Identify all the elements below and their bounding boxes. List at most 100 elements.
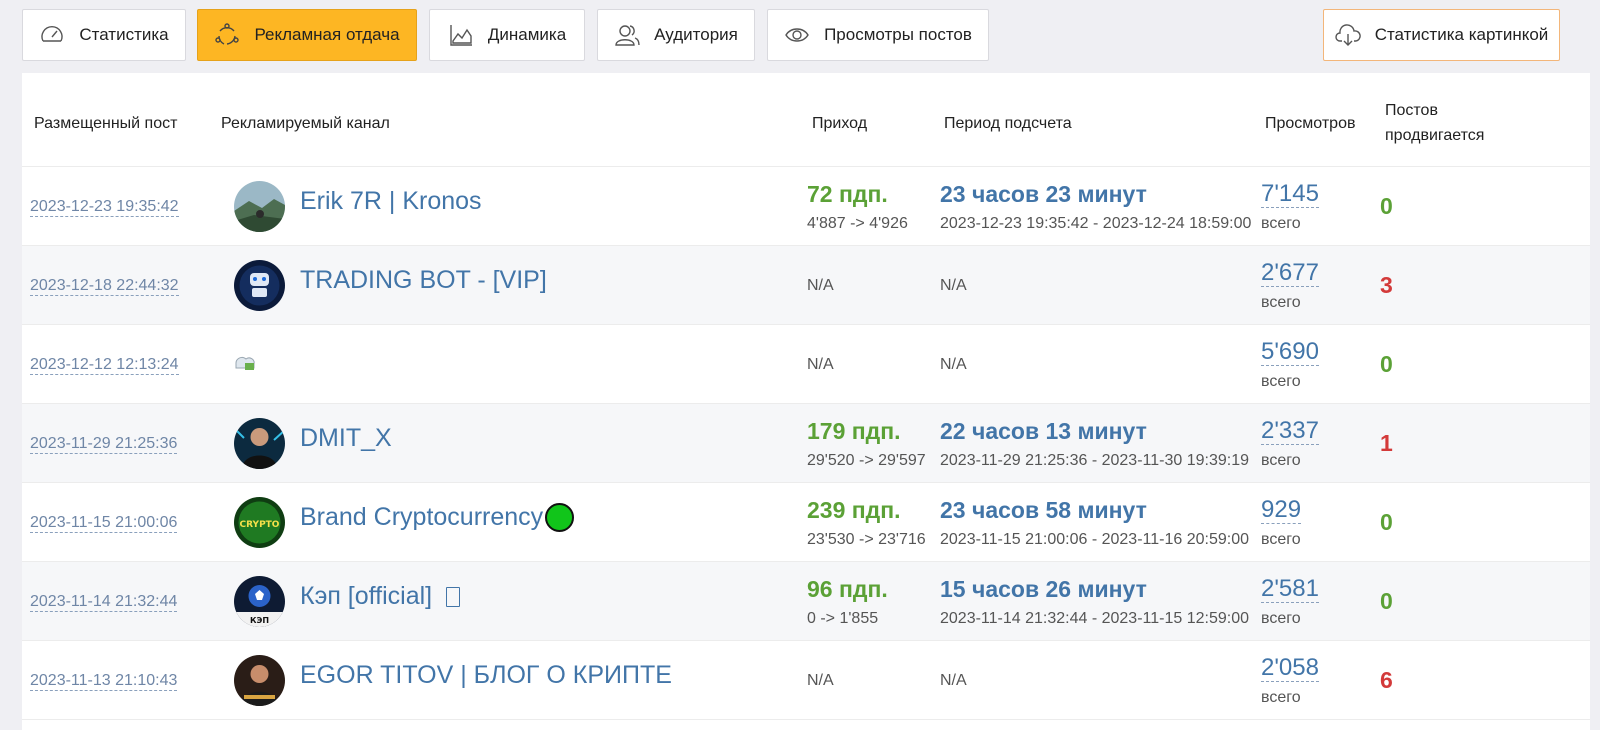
period-duration: 22 часов 13 минут xyxy=(940,418,1147,444)
income-value: N/A xyxy=(807,277,834,294)
period-duration: N/A xyxy=(940,356,967,373)
report-tabs: Статистика Рекламная отдача Динамика Ауд… xyxy=(0,0,1600,68)
channel-name: Brand Cryptocurrency xyxy=(300,503,544,531)
tab-dynamics-label: Динамика xyxy=(487,25,567,44)
income-value: 179 пдп. xyxy=(807,418,901,444)
crypto-avatar-label: CRYPTO xyxy=(240,520,280,530)
channel-avatar[interactable] xyxy=(234,418,285,469)
views-total-label: всего xyxy=(1261,215,1301,232)
promoted-count: 0 xyxy=(1380,509,1393,535)
tab-statistics-label: Статистика xyxy=(79,25,169,44)
period-range: 2023-11-29 21:25:36 - 2023-11-30 19:39:1… xyxy=(940,452,1249,469)
income-value: 239 пдп. xyxy=(807,497,901,523)
period-duration: 23 часов 23 минут xyxy=(940,181,1147,207)
period-range: 2023-11-14 21:32:44 - 2023-11-15 12:59:0… xyxy=(940,610,1249,627)
channel-link[interactable]: Erik 7R | Kronos xyxy=(300,187,482,216)
views-count[interactable]: 7'145 xyxy=(1261,180,1319,208)
header-views: Просмотров xyxy=(1265,115,1356,132)
header-period: Период подсчета xyxy=(944,115,1072,132)
views-total-label: всего xyxy=(1261,373,1301,390)
post-date-link[interactable]: 2023-12-23 19:35:42 xyxy=(30,197,179,217)
table-row: 2023-11-14 21:32:44 КЭП Кэп [official] 9… xyxy=(22,562,1590,641)
income-range: 0 -> 1'855 xyxy=(807,610,879,627)
tab-audience-label: Аудитория xyxy=(654,25,738,44)
tab-audience[interactable]: Аудитория xyxy=(597,9,755,61)
channel-name: Кэп [official] xyxy=(300,582,433,610)
post-date-link[interactable]: 2023-11-15 21:00:06 xyxy=(30,513,178,533)
views-total-label: всего xyxy=(1261,531,1301,548)
views-count[interactable]: 2'677 xyxy=(1261,259,1319,287)
views-count[interactable]: 2'058 xyxy=(1261,654,1319,682)
kap-avatar-label: КЭП xyxy=(250,616,269,625)
post-date-link[interactable]: 2023-11-13 21:10:43 xyxy=(30,671,178,691)
channel-avatar[interactable]: CRYPTO xyxy=(234,497,285,548)
unsupported-emoji-icon xyxy=(446,586,461,607)
header-income: Приход xyxy=(812,115,868,132)
post-date-link[interactable]: 2023-12-12 12:13:24 xyxy=(30,355,179,375)
income-value: 72 пдп. xyxy=(807,181,888,207)
views-total-label: всего xyxy=(1261,689,1301,706)
views-count[interactable]: 2'337 xyxy=(1261,417,1319,445)
promoted-count: 0 xyxy=(1380,351,1393,377)
income-range: 4'887 -> 4'926 xyxy=(807,215,908,232)
export-image-label: Статистика картинкой xyxy=(1374,25,1549,44)
views-count[interactable]: 929 xyxy=(1261,496,1302,524)
speedometer-icon xyxy=(39,22,65,48)
period-duration: N/A xyxy=(940,277,967,294)
period-range: 2023-12-23 19:35:42 - 2023-12-24 18:59:0… xyxy=(940,215,1252,232)
green-circle-emoji-icon xyxy=(545,503,575,532)
period-duration: 15 часов 26 минут xyxy=(940,576,1147,602)
views-count[interactable]: 2'581 xyxy=(1261,575,1319,603)
tab-ad-return-label: Рекламная отдача xyxy=(254,25,400,44)
table-row: 2023-12-12 12:13:24 N/A N/A 5'690 всего … xyxy=(22,325,1590,404)
post-date-link[interactable]: 2023-12-18 22:44:32 xyxy=(30,276,179,296)
period-range: 2023-11-15 21:00:06 - 2023-11-16 20:59:0… xyxy=(940,531,1249,548)
promoted-count: 6 xyxy=(1380,667,1393,693)
income-value: N/A xyxy=(807,672,834,689)
channel-link[interactable]: TRADING BOT - [VIP] xyxy=(300,266,547,295)
tab-ad-return[interactable]: Рекламная отдача xyxy=(197,9,417,61)
table-row: 2023-11-29 21:25:36 DMIT_X 179 пдп. 29'5… xyxy=(22,404,1590,483)
area-chart-icon xyxy=(448,22,474,48)
promoted-count: 0 xyxy=(1380,193,1393,219)
cloud-download-icon xyxy=(1335,22,1361,48)
header-channel: Рекламируемый канал xyxy=(221,115,390,132)
table-row: 2023-11-15 21:00:06 CRYPTO Brand Cryptoc… xyxy=(22,483,1590,562)
table-row: 2023-11-13 21:10:43 EGOR TITOV | БЛОГ О … xyxy=(22,641,1590,720)
users-icon xyxy=(614,22,640,48)
period-duration: N/A xyxy=(940,672,967,689)
post-date-link[interactable]: 2023-11-14 21:32:44 xyxy=(30,592,178,612)
table-row: 2023-12-18 22:44:32 TRADING BOT - [VIP] … xyxy=(22,246,1590,325)
table-row: 2023-12-23 19:35:42 Erik 7R | Kronos 72 … xyxy=(22,167,1590,246)
tab-post-views[interactable]: Просмотры постов xyxy=(767,9,989,61)
eye-icon xyxy=(784,22,810,48)
channel-avatar[interactable] xyxy=(234,260,285,311)
tab-post-views-label: Просмотры постов xyxy=(824,25,972,44)
post-date-link[interactable]: 2023-11-29 21:25:36 xyxy=(30,434,178,454)
tab-statistics[interactable]: Статистика xyxy=(22,9,186,61)
income-range: 23'530 -> 23'716 xyxy=(807,531,926,548)
income-value: 96 пдп. xyxy=(807,576,888,602)
channel-avatar[interactable]: КЭП xyxy=(234,576,285,627)
views-total-label: всего xyxy=(1261,452,1301,469)
export-image-button[interactable]: Статистика картинкой xyxy=(1323,9,1560,61)
promoted-count: 3 xyxy=(1380,272,1393,298)
channel-avatar[interactable] xyxy=(234,181,285,232)
cycle-arrows-icon xyxy=(214,22,240,48)
views-count[interactable]: 5'690 xyxy=(1261,338,1319,366)
views-total-label: всего xyxy=(1261,294,1301,311)
channel-link[interactable]: Brand Cryptocurrency xyxy=(300,503,575,532)
header-promoted: Постов продвигается xyxy=(1385,98,1484,148)
income-value: N/A xyxy=(807,356,834,373)
table-header: Размещенный пост Рекламируемый канал При… xyxy=(22,73,1590,167)
channel-link[interactable]: DMIT_X xyxy=(300,424,392,453)
channel-avatar[interactable] xyxy=(234,655,285,706)
tab-dynamics[interactable]: Динамика xyxy=(429,9,585,61)
promoted-count: 1 xyxy=(1380,430,1393,456)
income-range: 29'520 -> 29'597 xyxy=(807,452,926,469)
broken-image-icon xyxy=(234,354,256,372)
ad-return-table: Размещенный пост Рекламируемый канал При… xyxy=(22,73,1590,730)
channel-link[interactable]: EGOR TITOV | БЛОГ О КРИПТЕ xyxy=(300,661,672,690)
channel-link[interactable]: Кэп [official] xyxy=(300,582,461,611)
views-total-label: всего xyxy=(1261,610,1301,627)
